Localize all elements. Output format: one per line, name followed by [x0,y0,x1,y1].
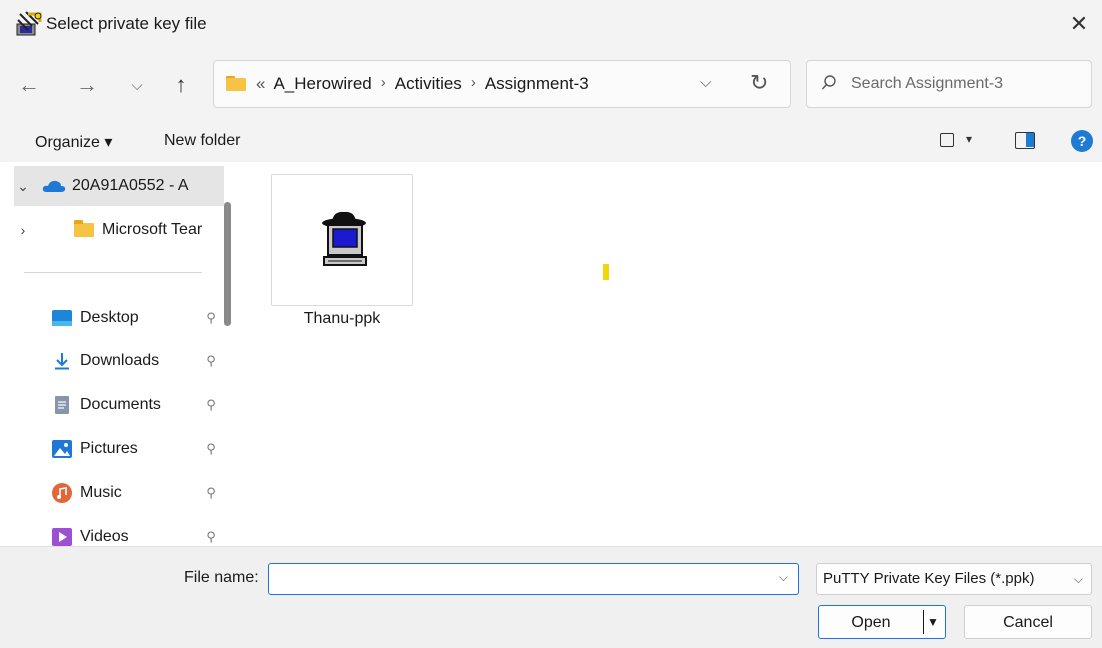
videos-icon [52,528,72,546]
chevron-right-icon[interactable]: › [14,222,32,238]
file-name-input[interactable] [275,567,765,591]
quick-access-desktop[interactable]: Desktop ⚲ [52,300,218,336]
forward-button[interactable]: → [72,70,102,100]
open-button[interactable]: Open ▼ [818,605,946,639]
tree-item-label: Microsoft Tear [102,221,203,238]
quick-access-label: Documents [80,396,161,413]
chevron-down-icon[interactable]: ⌵ [779,570,788,585]
sidebar-divider [24,272,202,273]
file-type-selected: PuTTY Private Key Files (*.ppk) [823,570,1035,587]
folder-icon [74,220,94,237]
arrow-up-icon: ↑ [175,72,187,97]
putty-keygen-icon [16,11,42,36]
music-icon [52,483,72,503]
file-name-field-label: File name: [184,569,259,586]
file-item[interactable] [271,174,413,306]
preview-pane-icon[interactable] [1015,132,1035,149]
title-bar: Select private key file ✕ [0,0,1102,48]
breadcrumb-overflow[interactable]: « [256,74,265,94]
navigation-pane: ⌄ 20A91A0552 - A › Microsoft Tear Deskto… [0,162,236,546]
open-button-label: Open [851,614,891,631]
help-icon[interactable]: ? [1071,130,1093,152]
tree-item-onedrive[interactable]: ⌄ 20A91A0552 - A [14,166,224,206]
open-split-divider [923,610,924,634]
quick-access-label: Videos [80,528,129,545]
quick-access-documents[interactable]: Documents ⚲ [52,387,218,423]
chevron-down-icon[interactable]: ⌄ [14,178,32,195]
up-button[interactable]: ↑ [166,70,196,100]
pictures-icon [52,440,72,458]
file-name-label[interactable]: Thanu-ppk [271,310,413,328]
file-name-combobox[interactable]: ⌵ [268,563,799,595]
onedrive-cloud-icon [42,180,66,192]
quick-access-label: Desktop [80,309,139,326]
quick-access-pictures[interactable]: Pictures ⚲ [52,431,218,467]
quick-access-label: Pictures [80,440,138,457]
pin-icon[interactable]: ⚲ [204,353,218,369]
chevron-down-icon: ⌵ [131,76,143,94]
pin-icon[interactable]: ⚲ [204,485,218,501]
search-box[interactable] [806,60,1092,108]
pin-icon[interactable]: ⚲ [204,529,218,545]
address-dropdown-icon[interactable]: ⌵ [700,74,711,91]
tree-item-label: 20A91A0552 - A [72,177,189,194]
quick-access-label: Downloads [80,352,160,369]
putty-ppk-file-icon [322,211,367,266]
back-button[interactable]: ← [14,70,44,100]
new-folder-button[interactable]: New folder [164,132,240,150]
arrow-right-icon: → [76,72,98,97]
close-button[interactable]: ✕ [1056,0,1102,48]
breadcrumb-item-activities[interactable]: Activities [395,74,462,94]
organize-button[interactable]: Organize ▾ [35,132,112,152]
file-type-select[interactable]: PuTTY Private Key Files (*.ppk) ⌵ [816,563,1092,595]
quick-access-label: Music [80,484,122,501]
desktop-icon [52,309,72,327]
search-icon [821,75,836,90]
command-bar: Organize ▾ New folder ▾ ? [0,120,1102,162]
search-input[interactable] [851,62,1087,106]
folder-icon [226,76,246,91]
refresh-icon[interactable]: ↻ [750,70,768,96]
arrow-left-icon: ← [18,72,40,97]
pin-icon[interactable]: ⚲ [204,310,218,326]
breadcrumb-item-assignment-3[interactable]: Assignment-3 [485,74,589,94]
quick-access-videos[interactable]: Videos ⚲ [52,519,218,546]
file-open-dialog: Select private key file ✕ ← → ⌵ ↑ « A_He… [0,0,1102,648]
breadcrumb-separator[interactable]: › [381,74,386,94]
pin-icon[interactable]: ⚲ [204,441,218,457]
quick-access-music[interactable]: Music ⚲ [52,475,218,511]
window-title: Select private key file [46,14,207,33]
pin-icon[interactable]: ⚲ [204,397,218,413]
downloads-icon [52,352,72,370]
breadcrumb-separator[interactable]: › [471,74,476,94]
open-options-dropdown-icon[interactable]: ▼ [927,615,939,629]
tree-item-microsoft-teams[interactable]: › Microsoft Tear [14,210,224,250]
chevron-down-icon[interactable]: ⌵ [1074,572,1083,587]
view-mode-dropdown-icon[interactable]: ▾ [966,132,972,146]
cancel-button[interactable]: Cancel [964,605,1092,639]
sidebar-scrollbar[interactable] [224,202,231,326]
recent-locations-button[interactable]: ⌵ [122,70,152,100]
navigation-bar: ← → ⌵ ↑ « A_Herowired › Activities › Ass… [0,48,1102,120]
text-cursor-marker [603,264,609,280]
documents-icon [52,396,72,414]
help-glyph: ? [1077,133,1087,149]
dialog-footer: File name: ⌵ PuTTY Private Key Files (*.… [0,546,1102,648]
address-bar[interactable]: « A_Herowired › Activities › Assignment-… [213,60,791,108]
breadcrumb: « A_Herowired › Activities › Assignment-… [256,74,589,94]
breadcrumb-item-a-herowired[interactable]: A_Herowired [273,74,371,94]
cancel-button-label: Cancel [1003,614,1053,631]
file-list: Thanu-ppk [236,162,1102,546]
view-mode-icon[interactable] [940,133,954,147]
close-icon: ✕ [1069,11,1089,36]
quick-access-downloads[interactable]: Downloads ⚲ [52,343,218,379]
